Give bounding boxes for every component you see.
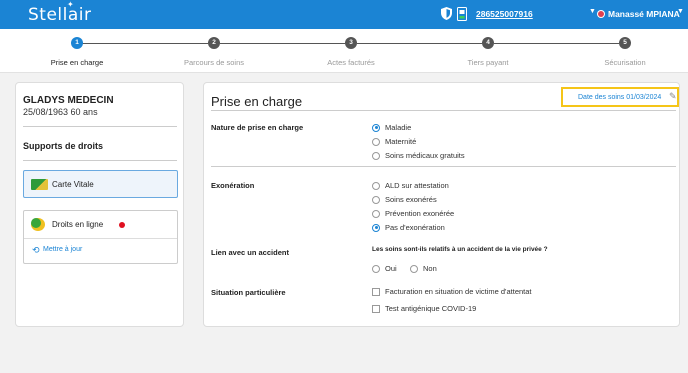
situation-option-covid[interactable]: Test antigénique COVID-19 xyxy=(372,303,476,314)
radio-icon[interactable] xyxy=(372,195,380,204)
user-menu-chevron-icon[interactable]: ▼ xyxy=(677,8,684,15)
step-connector xyxy=(220,43,345,44)
radio-icon[interactable] xyxy=(372,181,380,190)
divider xyxy=(24,238,177,239)
patient-panel: GLADYS MEDECIN 25/08/1963 60 ans Support… xyxy=(15,82,184,327)
droits-en-ligne-icon xyxy=(31,218,45,231)
step-connector xyxy=(357,43,482,44)
exo-option-soins-exoneres[interactable]: Soins exonérés xyxy=(372,194,437,205)
step-5[interactable]: 5 xyxy=(619,37,631,49)
page-title: Prise en charge xyxy=(211,94,303,109)
exo-option-ald[interactable]: ALD sur attestation xyxy=(372,180,449,191)
radio-checked-icon[interactable] xyxy=(372,223,380,232)
date-des-soins-label: Date des soins 01/03/2024 xyxy=(578,94,662,101)
step-label-prise-en-charge[interactable]: Prise en charge xyxy=(51,58,104,67)
divider xyxy=(23,160,177,161)
user-name[interactable]: Manassé MPIANA xyxy=(608,9,680,19)
carte-vitale-label: Carte Vitale xyxy=(52,180,94,189)
nature-label: Nature de prise en charge xyxy=(211,123,304,132)
app-logo[interactable]: Stellair ✦ xyxy=(28,0,92,25)
divider xyxy=(211,166,676,167)
carte-vitale-icon xyxy=(31,179,48,190)
stepper: 1 2 3 4 5 Prise en charge Parcours de so… xyxy=(0,29,688,73)
carte-vitale-card[interactable]: Carte Vitale xyxy=(23,170,178,198)
card-reader-icon[interactable] xyxy=(457,7,467,21)
date-des-soins-button[interactable]: Date des soins 01/03/2024 ✎ xyxy=(561,87,679,107)
accident-option-oui[interactable]: Oui xyxy=(372,263,397,274)
step-label-parcours-de-soins[interactable]: Parcours de soins xyxy=(184,58,244,67)
radio-icon[interactable] xyxy=(372,264,380,273)
supports-title: Supports de droits xyxy=(23,141,104,151)
shield-icon[interactable] xyxy=(441,7,452,20)
patient-name: GLADYS MEDECIN xyxy=(23,95,114,106)
step-4[interactable]: 4 xyxy=(482,37,494,49)
step-1[interactable]: 1 xyxy=(71,37,83,49)
step-label-tiers-payant[interactable]: Tiers payant xyxy=(468,58,509,67)
chevron-down-icon[interactable]: ▼ xyxy=(589,8,596,15)
accident-question: Les soins sont-ils relatifs à un acciden… xyxy=(372,246,548,253)
exo-option-prevention[interactable]: Prévention exonérée xyxy=(372,208,454,219)
situation-option-attentat[interactable]: Facturation en situation de victime d'at… xyxy=(372,286,532,297)
accident-label: Lien avec un accident xyxy=(211,248,289,257)
droits-en-ligne-label: Droits en ligne xyxy=(52,220,104,229)
radio-icon[interactable] xyxy=(372,151,380,160)
status-dot-icon xyxy=(119,222,125,228)
radio-icon[interactable] xyxy=(372,209,380,218)
refresh-icon[interactable]: ⟲ xyxy=(32,245,40,256)
nature-option-soins-gratuits[interactable]: Soins médicaux gratuits xyxy=(372,150,465,161)
update-link[interactable]: Mettre à jour xyxy=(43,246,82,253)
patient-birthdate-age: 25/08/1963 60 ans xyxy=(23,107,98,117)
prise-en-charge-panel: Prise en charge Date des soins 01/03/202… xyxy=(203,82,680,327)
step-connector xyxy=(494,43,619,44)
situation-label: Situation particulière xyxy=(211,288,286,297)
droits-en-ligne-card[interactable]: Droits en ligne ⟲ Mettre à jour xyxy=(23,210,178,264)
divider xyxy=(211,110,676,111)
step-2[interactable]: 2 xyxy=(208,37,220,49)
exoneration-label: Exonération xyxy=(211,181,255,190)
edit-pencil-icon[interactable]: ✎ xyxy=(669,91,677,102)
checkbox-icon[interactable] xyxy=(372,304,380,313)
nature-option-maternite[interactable]: Maternité xyxy=(372,136,416,147)
radio-checked-icon[interactable] xyxy=(372,123,380,132)
nature-option-maladie[interactable]: Maladie xyxy=(372,122,411,133)
exo-option-pas-exoneration[interactable]: Pas d'exonération xyxy=(372,222,445,233)
checkbox-icon[interactable] xyxy=(372,287,380,296)
logo-star-icon: ✦ xyxy=(67,0,75,9)
step-3[interactable]: 3 xyxy=(345,37,357,49)
radio-icon[interactable] xyxy=(410,264,418,273)
radio-icon[interactable] xyxy=(372,137,380,146)
user-status-icon xyxy=(597,10,605,18)
step-connector xyxy=(82,43,208,44)
card-number-link[interactable]: 286525007916 xyxy=(476,9,533,19)
accident-option-non[interactable]: Non xyxy=(410,263,437,274)
step-label-actes-factures[interactable]: Actes facturés xyxy=(327,58,375,67)
step-label-securisation[interactable]: Sécurisation xyxy=(604,58,645,67)
divider xyxy=(23,126,177,127)
top-bar: Stellair ✦ 286525007916 ▼ Manassé MPIANA … xyxy=(0,0,688,29)
